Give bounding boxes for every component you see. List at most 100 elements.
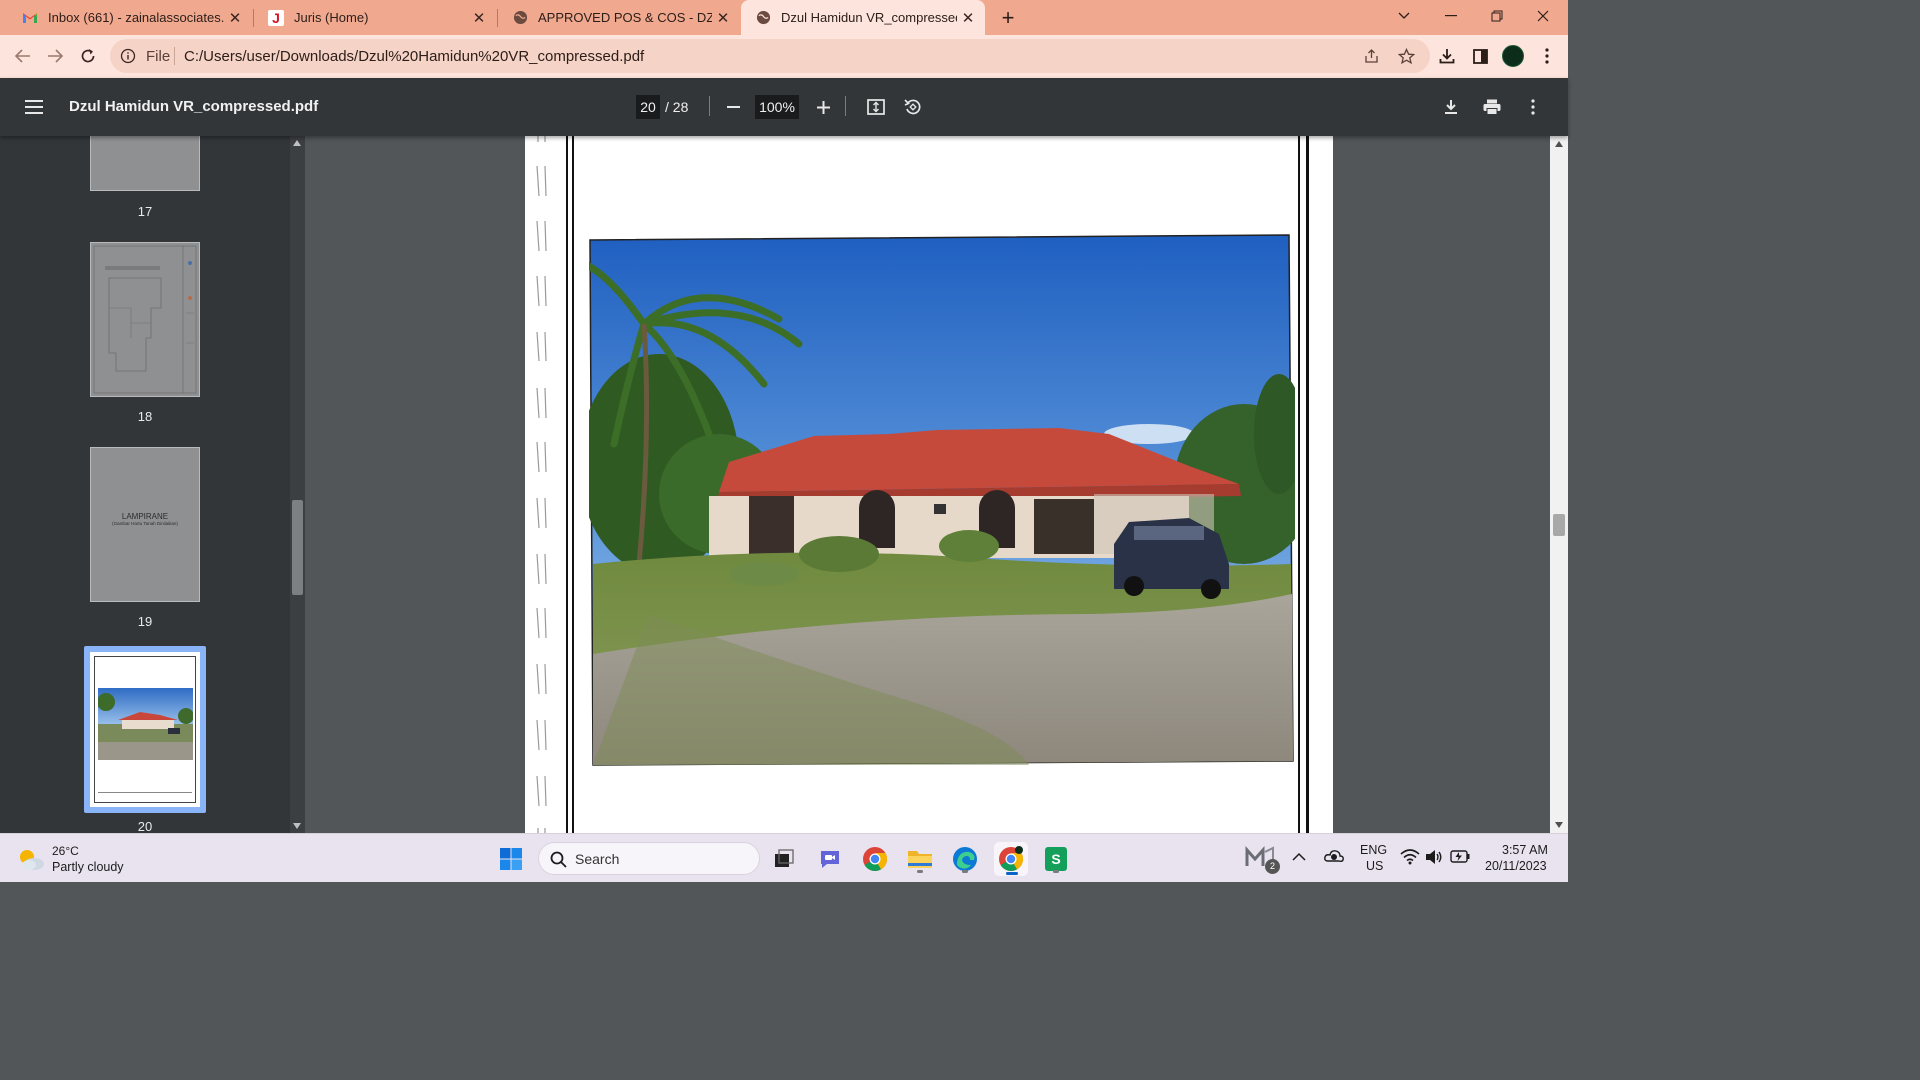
page-number-input[interactable]: 20 — [636, 95, 660, 119]
share-icon[interactable] — [1360, 44, 1384, 68]
profile-avatar[interactable] — [1498, 41, 1528, 71]
onedrive-tray-icon[interactable] — [1323, 847, 1345, 869]
rotate-button[interactable] — [900, 94, 926, 120]
minimize-button[interactable] — [1428, 0, 1474, 32]
running-indicator — [1053, 870, 1059, 873]
reload-button[interactable] — [73, 41, 103, 71]
weather-temp: 26°C — [52, 844, 79, 858]
windows-taskbar: 26°C Partly cloudy Search S 2 ENG US 3:5… — [0, 833, 1568, 882]
address-bar[interactable]: File C:/Users/user/Downloads/Dzul%20Hami… — [110, 39, 1430, 73]
close-icon[interactable]: ✕ — [957, 9, 979, 27]
tab-title: Dzul Hamidun VR_compressed.pdf — [781, 10, 957, 25]
binding-marks — [536, 136, 547, 833]
tab-strip: Inbox (661) - zainalassociates.sdn ✕ J J… — [0, 0, 1568, 35]
thumbnail-label: 18 — [137, 409, 153, 424]
close-icon[interactable]: ✕ — [468, 9, 490, 27]
tab-search-button[interactable] — [1381, 0, 1427, 32]
minimize-icon — [1445, 15, 1457, 17]
language-indicator-bottom[interactable]: US — [1366, 859, 1383, 873]
downloads-button[interactable] — [1432, 41, 1462, 71]
pdf-download-button[interactable] — [1438, 94, 1464, 120]
pdf-viewer[interactable] — [305, 136, 1550, 833]
scroll-up-arrow-icon[interactable] — [1555, 141, 1563, 147]
sidebar-scrollbar-thumb[interactable] — [292, 500, 303, 595]
info-icon[interactable] — [120, 48, 136, 69]
thumbnail-label: 20 — [137, 819, 153, 833]
scroll-down-arrow-icon[interactable] — [293, 823, 301, 829]
task-view-button[interactable] — [767, 842, 801, 876]
scroll-up-arrow-icon[interactable] — [293, 140, 301, 146]
sheets-taskbar-button[interactable]: S — [1039, 842, 1073, 876]
close-window-button[interactable] — [1520, 0, 1566, 32]
thumbnail-page-20[interactable] — [90, 652, 200, 807]
page-border-line — [1306, 136, 1309, 833]
active-indicator — [1006, 872, 1018, 875]
mail-tray-app[interactable]: 2 — [1243, 844, 1283, 874]
edge-taskbar-button[interactable] — [948, 842, 982, 876]
zoom-out-button[interactable] — [720, 94, 746, 120]
language-indicator-top[interactable]: ENG — [1360, 843, 1387, 857]
search-icon — [550, 851, 567, 868]
page-border-line — [1298, 136, 1300, 833]
side-panel-button[interactable] — [1465, 41, 1495, 71]
spreadsheet-icon: S — [1045, 847, 1067, 871]
teams-chat-button[interactable] — [813, 842, 847, 876]
file-explorer-button[interactable] — [903, 842, 937, 876]
clock-time[interactable]: 3:57 AM — [1502, 843, 1548, 857]
chrome-icon — [999, 846, 1024, 872]
scroll-down-arrow-icon[interactable] — [1555, 822, 1563, 828]
mail-badge: 2 — [1265, 859, 1280, 874]
chat-icon — [821, 851, 839, 868]
globe-icon — [512, 10, 528, 26]
thumbnail-page-18[interactable] — [90, 242, 200, 397]
viewer-scrollbar-thumb[interactable] — [1553, 514, 1565, 536]
show-hidden-icons-button[interactable] — [1292, 848, 1308, 864]
side-panel-icon — [1472, 48, 1488, 64]
thumbnail-page-19[interactable]: LAMPIRANE (Gambar Hartu Tanah Dinilaikan… — [90, 447, 200, 602]
start-button[interactable] — [494, 842, 528, 876]
chrome-menu-button[interactable] — [1532, 41, 1562, 71]
close-icon[interactable]: ✕ — [224, 9, 246, 27]
star-icon[interactable] — [1394, 44, 1418, 68]
viewer-scrollbar[interactable] — [1550, 136, 1568, 833]
volume-icon — [1426, 850, 1442, 864]
forward-button[interactable] — [40, 41, 70, 71]
chrome-active-taskbar-button[interactable] — [994, 842, 1028, 876]
new-tab-button[interactable]: + — [994, 4, 1022, 32]
thumbnail-photo — [98, 688, 193, 760]
thumbnail-heading: LAMPIRANE — [121, 512, 169, 521]
clock-date[interactable]: 20/11/2023 — [1485, 859, 1547, 873]
svg-text:S: S — [1051, 851, 1060, 867]
omnibox-divider — [174, 47, 175, 65]
zoom-in-button[interactable] — [810, 94, 836, 120]
sidebar-toggle-button[interactable] — [21, 94, 47, 120]
url-text[interactable]: C:/Users/user/Downloads/Dzul%20Hamidun%2… — [184, 48, 644, 65]
page-border-line — [566, 136, 568, 833]
chrome-taskbar-button[interactable] — [858, 842, 892, 876]
running-indicator — [962, 870, 968, 873]
pdf-more-button[interactable] — [1520, 94, 1546, 120]
print-button[interactable] — [1479, 94, 1505, 120]
tab-approved-pos[interactable]: APPROVED POS & COS - DZUL H ✕ — [498, 0, 740, 35]
weather-widget[interactable]: 26°C Partly cloudy — [14, 843, 184, 875]
sidebar-scrollbar[interactable] — [290, 136, 305, 833]
thumbnail-page-17[interactable] — [90, 136, 200, 191]
tab-pdf-active[interactable]: Dzul Hamidun VR_compressed.pdf ✕ — [741, 0, 985, 35]
tab-title: Juris (Home) — [294, 10, 369, 25]
rotate-icon — [904, 99, 921, 115]
close-icon[interactable]: ✕ — [712, 9, 734, 27]
task-view-icon — [775, 849, 794, 867]
restore-icon — [1491, 10, 1503, 22]
back-button[interactable] — [8, 41, 38, 71]
quick-settings-button[interactable] — [1400, 848, 1470, 868]
chrome-icon — [863, 847, 888, 872]
search-placeholder: Search — [575, 851, 620, 867]
fit-page-button[interactable] — [863, 94, 889, 120]
zoom-input[interactable]: 100% — [755, 95, 799, 119]
tab-gmail[interactable]: Inbox (661) - zainalassociates.sdn ✕ — [8, 0, 252, 35]
restore-button[interactable] — [1474, 0, 1520, 32]
scheme-label: File — [146, 48, 171, 65]
tab-juris[interactable]: J Juris (Home) ✕ — [254, 0, 496, 35]
taskbar-search-box[interactable]: Search — [538, 842, 760, 875]
thumbnail-label: 17 — [137, 204, 153, 219]
